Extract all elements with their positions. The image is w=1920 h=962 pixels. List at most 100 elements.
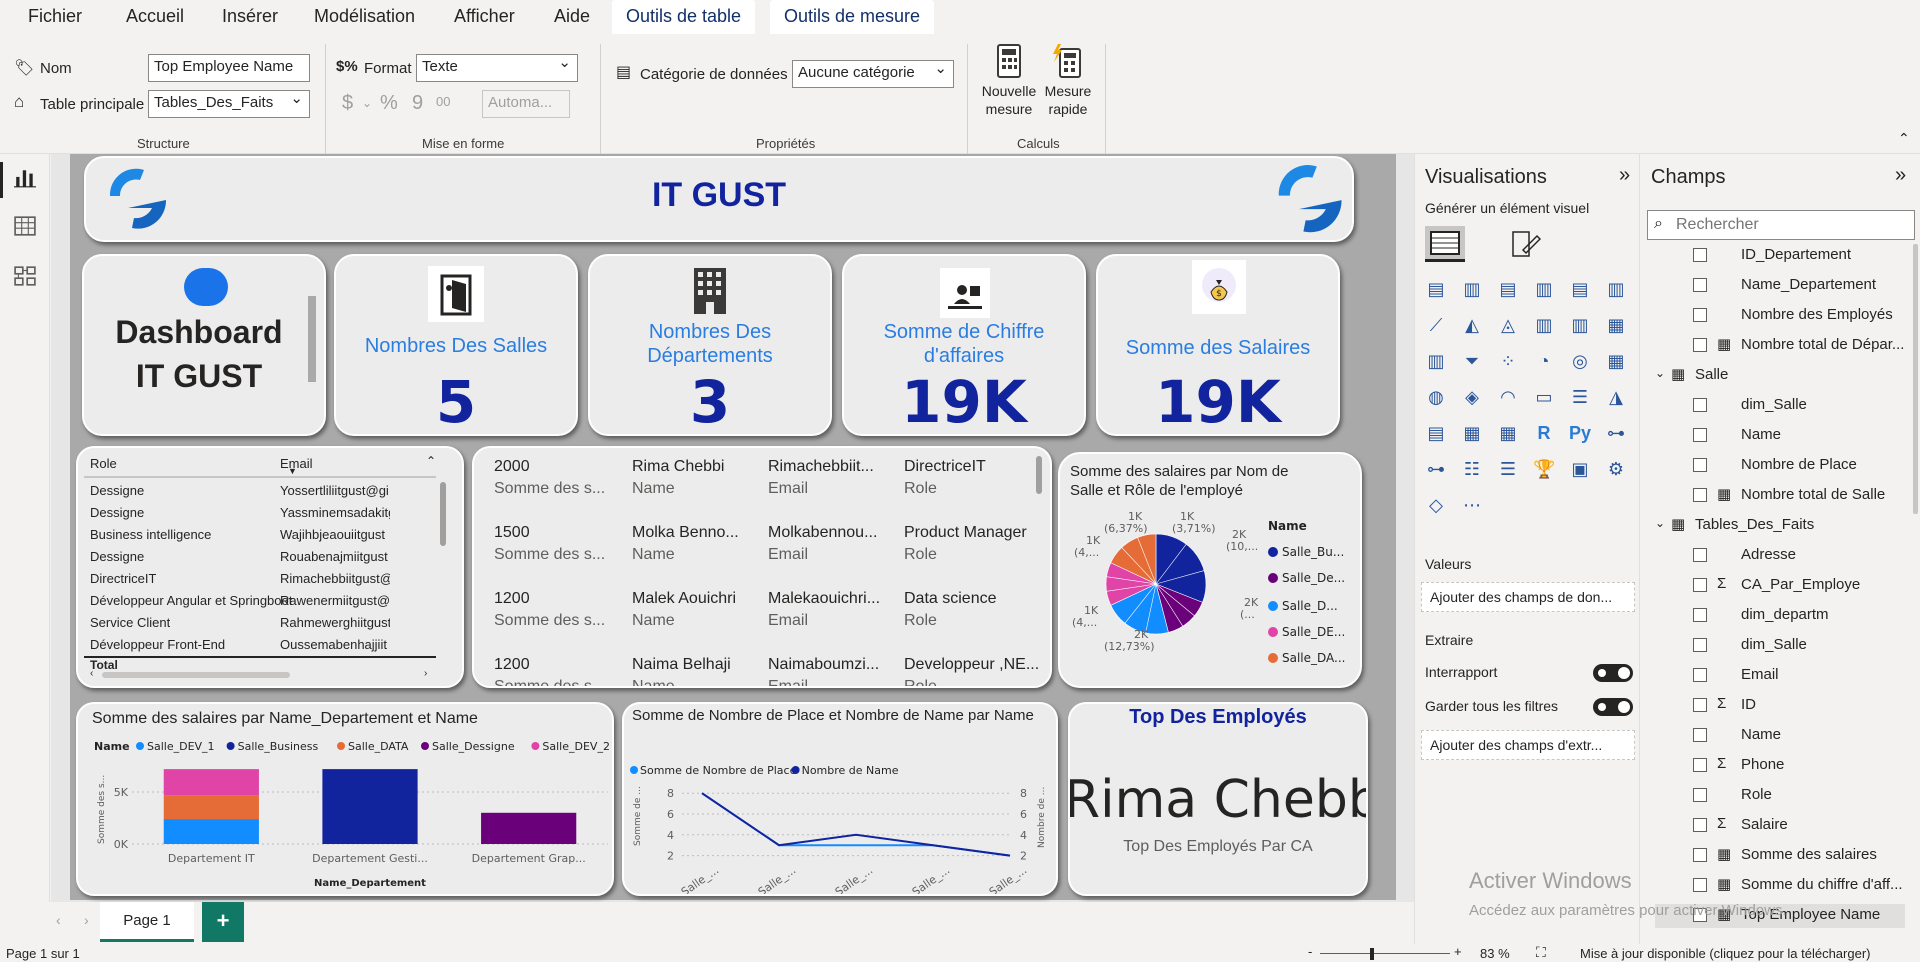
valeurs-drop-zone[interactable]: Ajouter des champs de don... bbox=[1421, 582, 1635, 612]
employee-multirow-card[interactable]: 2000 Rima Chebbi Rimachebbiit... Directr… bbox=[472, 446, 1052, 688]
format-select[interactable]: Texte bbox=[416, 54, 578, 82]
line-clustered-icon[interactable]: ▥ bbox=[1569, 314, 1591, 336]
line-series[interactable] bbox=[701, 792, 1011, 857]
header-card[interactable]: IT GUST bbox=[84, 156, 1354, 242]
legend-item[interactable]: Somme de Nombre de Place bbox=[640, 764, 797, 777]
multirow-card-icon[interactable]: ☰ bbox=[1569, 386, 1591, 408]
stacked-column-icon[interactable]: ▥ bbox=[1461, 278, 1483, 300]
collapse-ribbon-icon[interactable]: ⌃ bbox=[1898, 130, 1910, 147]
chevron-down-icon[interactable]: ⌄ bbox=[1655, 516, 1665, 530]
tab-fichier[interactable]: Fichier bbox=[14, 0, 96, 34]
stacked-bar-icon[interactable]: ▤ bbox=[1425, 278, 1447, 300]
garder-filtres-toggle[interactable] bbox=[1593, 698, 1633, 716]
table-view-icon[interactable] bbox=[14, 216, 36, 236]
legend-item[interactable]: Salle_Business bbox=[238, 740, 319, 753]
table-row[interactable]: Développeur Front-End Oussemabenhajjiit bbox=[84, 634, 436, 656]
fields-scrollbar[interactable] bbox=[1913, 244, 1918, 514]
field-item[interactable]: ▦ Somme du chiffre d'aff... bbox=[1655, 874, 1905, 898]
kpi-icon[interactable]: ◮ bbox=[1605, 386, 1627, 408]
field-item[interactable]: Adresse bbox=[1655, 544, 1905, 568]
top-employee-card[interactable]: Top Des Employés Rima Chebbi Top Des Emp… bbox=[1068, 702, 1368, 896]
metrics-icon[interactable]: 🏆 bbox=[1533, 458, 1555, 480]
clustered-column-icon[interactable]: ▥ bbox=[1533, 278, 1555, 300]
tab-outils-de-table[interactable]: Outils de table bbox=[612, 0, 756, 34]
zoom-in-icon[interactable]: + bbox=[1454, 944, 1462, 959]
decomposition-tree-icon[interactable]: ⊶ bbox=[1425, 458, 1447, 480]
decimal-places-input[interactable]: Automa... bbox=[482, 90, 570, 118]
fit-page-icon[interactable]: ⛶ bbox=[1536, 944, 1546, 961]
field-item[interactable]: ▦ Nombre total de Salle bbox=[1655, 484, 1905, 508]
field-item[interactable]: dim_departm bbox=[1655, 604, 1905, 628]
python-visual-icon[interactable]: Py bbox=[1569, 422, 1591, 444]
scroll-right-icon[interactable]: › bbox=[424, 668, 427, 679]
decimals-button[interactable]: 00 bbox=[436, 94, 450, 109]
field-checkbox[interactable] bbox=[1693, 578, 1707, 592]
field-checkbox[interactable] bbox=[1693, 278, 1707, 292]
key-influencers-icon[interactable]: ⊶ bbox=[1605, 422, 1627, 444]
nouvelle-mesure-button[interactable]: Nouvelle mesure bbox=[976, 44, 1042, 126]
donut-icon[interactable]: ◎ bbox=[1569, 350, 1591, 372]
field-checkbox[interactable] bbox=[1693, 818, 1707, 832]
legend-item[interactable]: Salle_DEV_1 bbox=[147, 740, 215, 753]
add-page-button[interactable]: + bbox=[202, 902, 244, 942]
field-checkbox[interactable] bbox=[1693, 428, 1707, 442]
horizontal-scrollbar[interactable] bbox=[102, 672, 290, 678]
line-column-icon[interactable]: ▥ bbox=[1533, 314, 1555, 336]
treemap-icon[interactable]: ▦ bbox=[1605, 350, 1627, 372]
field-table[interactable]: ⌄ ▦ Tables_Des_Faits bbox=[1655, 514, 1905, 538]
field-item[interactable]: Role bbox=[1655, 784, 1905, 808]
table-row[interactable]: Dessigne Yossertliliitgust@gi bbox=[84, 480, 436, 502]
100-column-icon[interactable]: ▥ bbox=[1605, 278, 1627, 300]
field-checkbox[interactable] bbox=[1693, 878, 1707, 892]
tab-outils-de-mesure[interactable]: Outils de mesure bbox=[770, 0, 935, 34]
field-checkbox[interactable] bbox=[1693, 308, 1707, 322]
bar-segment[interactable] bbox=[163, 769, 259, 796]
field-checkbox[interactable] bbox=[1693, 848, 1707, 862]
role-email-table[interactable]: Role Email ▼ ⌃ Dessigne Yossertliliitgust… bbox=[76, 446, 464, 688]
field-checkbox[interactable] bbox=[1693, 668, 1707, 682]
legend-item[interactable]: Salle_DE... bbox=[1282, 625, 1345, 639]
prev-page-icon[interactable]: ‹ bbox=[56, 912, 61, 928]
legend-item[interactable]: Salle_Dessigne bbox=[432, 740, 515, 753]
ribbon-chart-icon[interactable]: ▦ bbox=[1605, 314, 1627, 336]
table-row[interactable]: Dessigne Yassminemsadakitg bbox=[84, 502, 436, 524]
scatter-icon[interactable]: ⁘ bbox=[1497, 350, 1519, 372]
field-item[interactable]: Σ Salaire bbox=[1655, 814, 1905, 838]
tab-inserer[interactable]: Insérer bbox=[208, 0, 292, 34]
bar-segment[interactable] bbox=[322, 769, 418, 844]
tab-afficher[interactable]: Afficher bbox=[440, 0, 529, 34]
field-item[interactable]: dim_Salle bbox=[1655, 634, 1905, 658]
kpi-card-salaires[interactable]: $ Somme des Salaires 19K bbox=[1096, 254, 1340, 436]
field-item[interactable]: Nombre des Employés bbox=[1655, 304, 1905, 328]
field-checkbox[interactable] bbox=[1693, 338, 1707, 352]
table-icon[interactable]: ▦ bbox=[1461, 422, 1483, 444]
field-checkbox[interactable] bbox=[1693, 608, 1707, 622]
field-item[interactable]: Nombre de Place bbox=[1655, 454, 1905, 478]
interrapport-toggle[interactable] bbox=[1593, 664, 1633, 682]
qna-icon[interactable]: ☷ bbox=[1461, 458, 1483, 480]
field-checkbox[interactable] bbox=[1693, 548, 1707, 562]
kpi-card-departements[interactable]: Nombres Des Départements 3 bbox=[588, 254, 832, 436]
tab-aide[interactable]: Aide bbox=[540, 0, 604, 34]
slicer-icon[interactable]: ▤ bbox=[1425, 422, 1447, 444]
line-chart-icon[interactable]: ⟋ bbox=[1425, 314, 1447, 336]
nom-input[interactable]: Top Employee Name bbox=[148, 54, 310, 82]
next-page-icon[interactable]: › bbox=[84, 912, 89, 928]
fields-search[interactable]: ⌕ bbox=[1647, 210, 1915, 240]
scroll-up-icon[interactable]: ⌃ bbox=[426, 454, 436, 468]
update-notice[interactable]: Mise à jour disponible (cliquez pour la … bbox=[1580, 946, 1870, 961]
filled-map-icon[interactable]: ◈ bbox=[1461, 386, 1483, 408]
build-visual-tab[interactable] bbox=[1425, 226, 1465, 262]
table-row[interactable]: Service Client Rahmewerghiitgust bbox=[84, 612, 436, 634]
power-apps-icon[interactable]: ◇ bbox=[1425, 494, 1447, 516]
smart-narrative-icon[interactable]: ☰ bbox=[1497, 458, 1519, 480]
field-checkbox[interactable] bbox=[1693, 458, 1707, 472]
table-row[interactable]: Dessigne Rouabenajmiitgust bbox=[84, 546, 436, 568]
table-row[interactable]: Développeur Angular et Springboot Rawener… bbox=[84, 590, 436, 612]
chevron-down-icon[interactable]: ⌄ bbox=[1655, 366, 1665, 380]
pie-icon[interactable]: ◔ bbox=[1533, 350, 1555, 372]
table-row[interactable]: DirectriceIT Rimachebbiitgust@ bbox=[84, 568, 436, 590]
field-checkbox[interactable] bbox=[1693, 758, 1707, 772]
field-item[interactable]: Name_Departement bbox=[1655, 274, 1905, 298]
legend-item[interactable]: Salle_D... bbox=[1282, 599, 1338, 613]
